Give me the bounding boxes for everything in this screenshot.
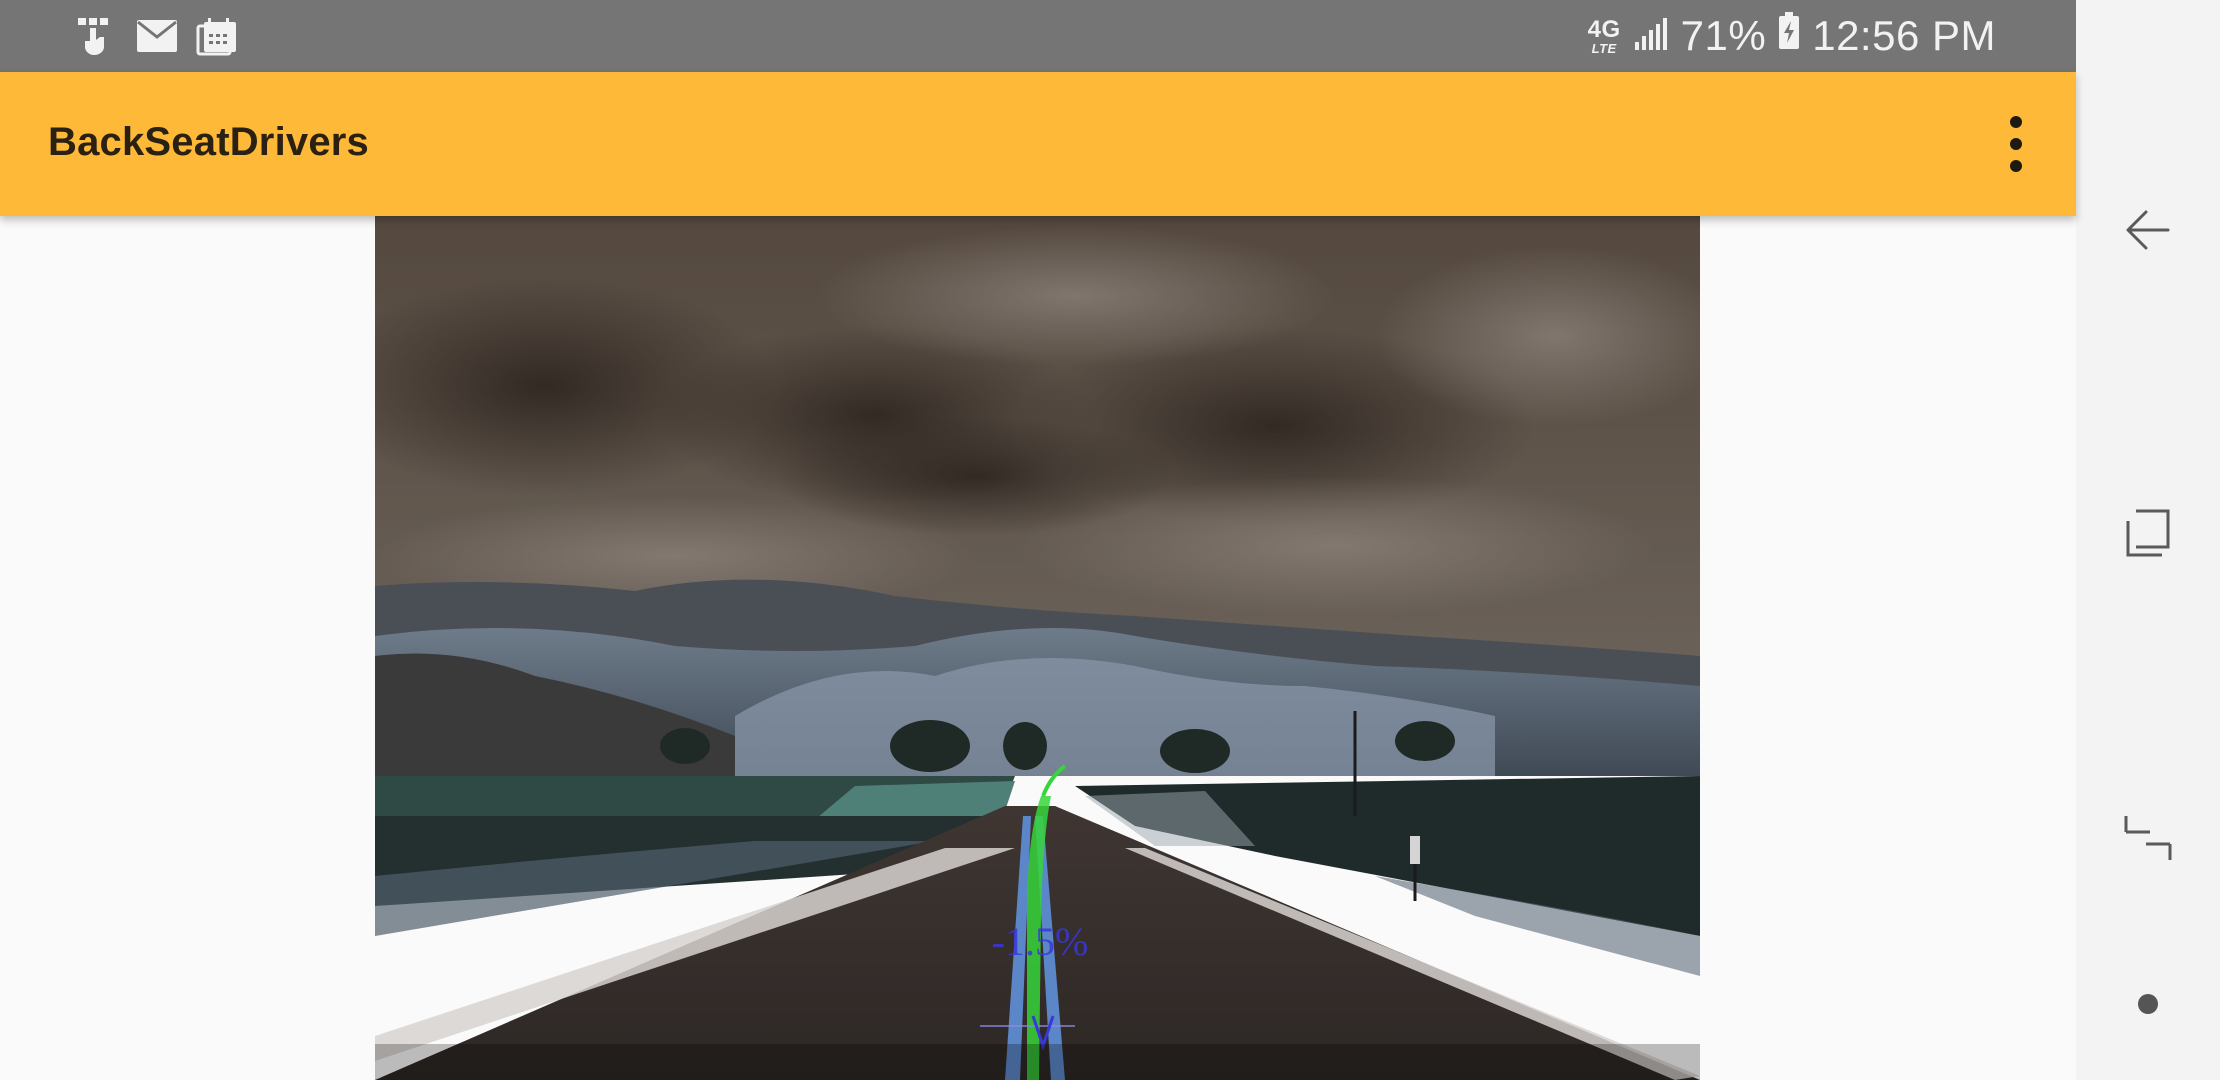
home-icon bbox=[2122, 810, 2174, 867]
assistant-dot-button[interactable] bbox=[2076, 946, 2220, 1066]
recents-button[interactable] bbox=[2076, 475, 2220, 595]
menu-dot bbox=[2010, 160, 2022, 172]
battery-percent: 71% bbox=[1680, 12, 1767, 59]
navigation-bar bbox=[2076, 0, 2220, 1080]
status-indicators: 4G LTE 71% 12:56 PM bbox=[1588, 10, 1996, 62]
clock: 12:56 PM bbox=[1812, 12, 1996, 59]
notification-icons bbox=[76, 16, 238, 56]
camera-preview[interactable]: -1.5% bbox=[375, 216, 1700, 1080]
main-content: -1.5% bbox=[0, 216, 2076, 1080]
menu-dot bbox=[2010, 138, 2022, 150]
screen: 4G LTE 71% 12:56 PM BackSeatDrivers -1.5… bbox=[0, 0, 2220, 1080]
network-sublabel: LTE bbox=[1591, 40, 1617, 56]
network-type: 4G LTE bbox=[1587, 15, 1621, 56]
mail-icon bbox=[136, 19, 178, 53]
status-bar: 4G LTE 71% 12:56 PM bbox=[0, 0, 2076, 72]
back-button[interactable] bbox=[2076, 172, 2220, 292]
app-bar: BackSeatDrivers bbox=[0, 72, 2076, 216]
tmobile-icon bbox=[76, 16, 118, 56]
battery-charging-icon bbox=[1778, 12, 1800, 60]
calendar-icon bbox=[196, 16, 238, 56]
more-vert-icon[interactable] bbox=[2004, 116, 2028, 172]
network-label: 4G bbox=[1587, 15, 1621, 43]
overview-button[interactable] bbox=[2076, 778, 2220, 898]
menu-dot bbox=[2010, 116, 2022, 128]
dot-icon bbox=[2136, 992, 2160, 1021]
app-title: BackSeatDrivers bbox=[48, 120, 369, 164]
signal-bars-icon bbox=[1633, 12, 1669, 60]
grade-readout: -1.5% bbox=[991, 919, 1089, 964]
recents-icon bbox=[2122, 507, 2174, 564]
back-icon bbox=[2122, 204, 2174, 261]
